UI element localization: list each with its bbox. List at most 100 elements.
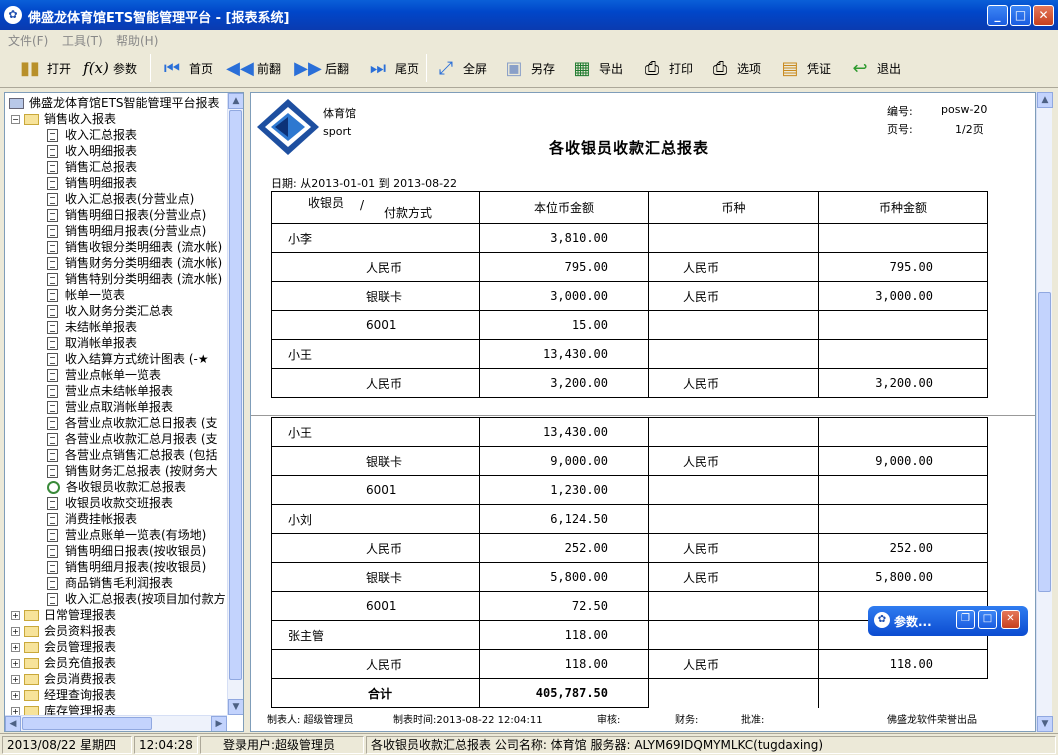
tree-group[interactable]: + 会员管理报表 <box>11 639 116 655</box>
tree-root[interactable]: 佛盛龙体育馆ETS智能管理平台报表 <box>9 95 220 111</box>
report-tree[interactable]: 佛盛龙体育馆ETS智能管理平台报表 − 销售收入报表 收入汇总报表 收入明细报表 销售汇总… <box>4 92 244 732</box>
exit-button[interactable]: ↩ 退出 <box>844 51 904 85</box>
tree-item[interactable]: 各营业点收款汇总日报表 (支 <box>47 415 218 431</box>
tree-item-label: 收入结算方式统计图表 (-★ <box>65 352 209 366</box>
tree-item[interactable]: 消费挂帐报表 <box>47 511 137 527</box>
tree-item[interactable]: 帐单一览表 <box>47 287 125 303</box>
tree-horizontal-scrollbar[interactable]: ◀ ▶ <box>5 715 227 731</box>
expand-icon[interactable]: + <box>11 642 20 652</box>
export-button[interactable]: ▦ 导出 <box>566 51 626 85</box>
tree-item[interactable]: 营业点帐单一览表 <box>47 367 161 383</box>
params-floating-window[interactable]: ✿ 参数... ❐ □ ✕ <box>868 606 1028 636</box>
menu-help[interactable]: 帮助(H) <box>116 32 158 49</box>
scroll-down-button[interactable]: ▼ <box>1037 716 1053 732</box>
tree-item[interactable]: 收银员收款交班报表 <box>47 495 173 511</box>
tree-item[interactable]: 销售财务汇总报表 (按财务大 <box>47 463 218 479</box>
menu-file[interactable]: 文件(F) <box>8 32 48 49</box>
status-bar: 2013/08/22 星期四 12:04:28 登录用户:超级管理员 各收银员收… <box>0 733 1058 755</box>
payment-type: 人民币 <box>271 533 480 563</box>
payment-type: 人民币 <box>271 649 480 679</box>
tree-item-label: 各营业点销售汇总报表 (包括 <box>65 448 218 462</box>
tree-item[interactable]: 销售明细日报表(按收银员) <box>47 543 206 559</box>
scroll-thumb[interactable] <box>229 110 242 680</box>
tree-item[interactable]: 销售特别分类明细表 (流水帐) <box>47 271 222 287</box>
tree-item[interactable]: 销售财务分类明细表 (流水帐) <box>47 255 222 271</box>
scroll-right-button[interactable]: ▶ <box>211 716 227 731</box>
menu-tools[interactable]: 工具(T) <box>62 32 103 49</box>
tree-item[interactable]: 各营业点收款汇总月报表 (支 <box>47 431 218 447</box>
tree-item[interactable]: 收入明细报表 <box>47 143 137 159</box>
tree-vertical-scrollbar[interactable]: ▲ ▼ <box>227 93 243 715</box>
scroll-up-button[interactable]: ▲ <box>228 93 243 109</box>
expand-icon[interactable]: + <box>11 610 20 620</box>
tree-item-label: 营业点账单一览表(有场地) <box>65 528 207 542</box>
tree-item[interactable]: 收入财务分类汇总表 <box>47 303 173 319</box>
open-button[interactable]: ▮▮ 打开 <box>14 51 74 85</box>
fullscreen-button[interactable]: ⤢ 全屏 <box>430 51 490 85</box>
restore-button[interactable]: ❐ <box>956 610 975 629</box>
document-icon <box>47 256 58 270</box>
voucher-button[interactable]: ▤ 凭证 <box>774 51 834 85</box>
scroll-left-button[interactable]: ◀ <box>5 716 21 731</box>
first-page-button[interactable]: ⏮ 首页 <box>156 51 216 85</box>
prev-page-button[interactable]: ◀◀ 前翻 <box>224 51 284 85</box>
tree-item[interactable]: 未结帐单报表 <box>47 319 137 335</box>
tree-item[interactable]: 收入汇总报表(按项目加付款方 <box>47 591 226 607</box>
maximize-button[interactable]: □ <box>1010 5 1031 26</box>
tree-group[interactable]: + 经理查询报表 <box>11 687 116 703</box>
expand-icon[interactable]: + <box>11 690 20 700</box>
tree-item[interactable]: 收入汇总报表(分营业点) <box>47 191 194 207</box>
expand-icon[interactable]: + <box>11 658 20 668</box>
close-button[interactable]: ✕ <box>1001 610 1020 629</box>
page-label: 页号: <box>887 123 913 136</box>
scroll-down-button[interactable]: ▼ <box>228 699 243 715</box>
tree-item[interactable]: 营业点未结帐单报表 <box>47 383 173 399</box>
expand-icon[interactable]: + <box>11 626 20 636</box>
options-button[interactable]: ⎙ 选项 <box>704 51 764 85</box>
report-vertical-scrollbar[interactable]: ▲ ▼ <box>1036 92 1053 732</box>
scroll-thumb[interactable] <box>1038 292 1051 592</box>
amount-cell: 118.00 <box>479 649 649 679</box>
tree-item[interactable]: 营业点取消帐单报表 <box>47 399 173 415</box>
tree-item[interactable]: 销售明细报表 <box>47 175 137 191</box>
tree-item[interactable]: 收入结算方式统计图表 (-★ <box>47 351 209 367</box>
currency-amount-cell: 252.00 <box>818 533 988 563</box>
tree-group[interactable]: + 会员充值报表 <box>11 655 116 671</box>
collapse-icon[interactable]: − <box>11 114 20 124</box>
tree-item[interactable]: 销售明细月报表(按收银员) <box>47 559 206 575</box>
tree-item[interactable]: 取消帐单报表 <box>47 335 137 351</box>
tree-group[interactable]: + 会员资料报表 <box>11 623 116 639</box>
tree-group-sales[interactable]: − 销售收入报表 <box>11 111 116 127</box>
params-button[interactable]: f(x) 参数 <box>80 51 140 85</box>
maximize-button[interactable]: □ <box>978 610 997 629</box>
tree-item[interactable]: 各营业点销售汇总报表 (包括 <box>47 447 218 463</box>
tree-item[interactable]: 销售明细日报表(分营业点) <box>47 207 206 223</box>
toolbar: ▮▮ 打开 f(x) 参数 ⏮ 首页 ◀◀ 前翻 ▶▶ 后翻 ⏭ 尾页 ⤢ 全屏 ▣ 另存 ▦ 导… <box>0 48 1058 88</box>
currency-amount-cell: 5,800.00 <box>818 562 988 592</box>
save-as-button[interactable]: ▣ 另存 <box>498 51 558 85</box>
tree-item[interactable]: 营业点账单一览表(有场地) <box>47 527 206 543</box>
tree-item[interactable]: 销售收银分类明细表 (流水帐) <box>47 239 222 255</box>
minimize-button[interactable]: _ <box>987 5 1008 26</box>
scroll-up-button[interactable]: ▲ <box>1037 92 1053 108</box>
scroll-thumb[interactable] <box>22 717 152 730</box>
tree-item[interactable]: 收入汇总报表 <box>47 127 137 143</box>
tree-item[interactable]: 销售汇总报表 <box>47 159 137 175</box>
tree-group[interactable]: + 会员消费报表 <box>11 671 116 687</box>
last-page-button[interactable]: ⏭ 尾页 <box>362 51 422 85</box>
app-icon[interactable]: ✿ <box>4 6 22 24</box>
tree-group[interactable]: + 日常管理报表 <box>11 607 116 623</box>
close-button[interactable]: ✕ <box>1033 5 1054 26</box>
tree-item[interactable]: 各收银员收款汇总报表 <box>47 479 187 495</box>
next-page-button[interactable]: ▶▶ 后翻 <box>292 51 352 85</box>
tree-item[interactable]: 销售明细月报表(分营业点) <box>47 223 206 239</box>
payment-type: 人民币 <box>271 252 480 282</box>
tree-item[interactable]: 商品销售毛利润报表 <box>47 575 173 591</box>
tree-item-label: 销售特别分类明细表 (流水帐) <box>65 272 223 286</box>
tree-item-label: 销售明细月报表(分营业点) <box>65 224 207 238</box>
expand-icon[interactable]: + <box>11 674 20 684</box>
folder-icon <box>24 689 39 701</box>
document-icon <box>47 288 58 302</box>
prev-page-icon: ◀◀ <box>226 57 254 79</box>
print-button[interactable]: ⎙ 打印 <box>636 51 696 85</box>
